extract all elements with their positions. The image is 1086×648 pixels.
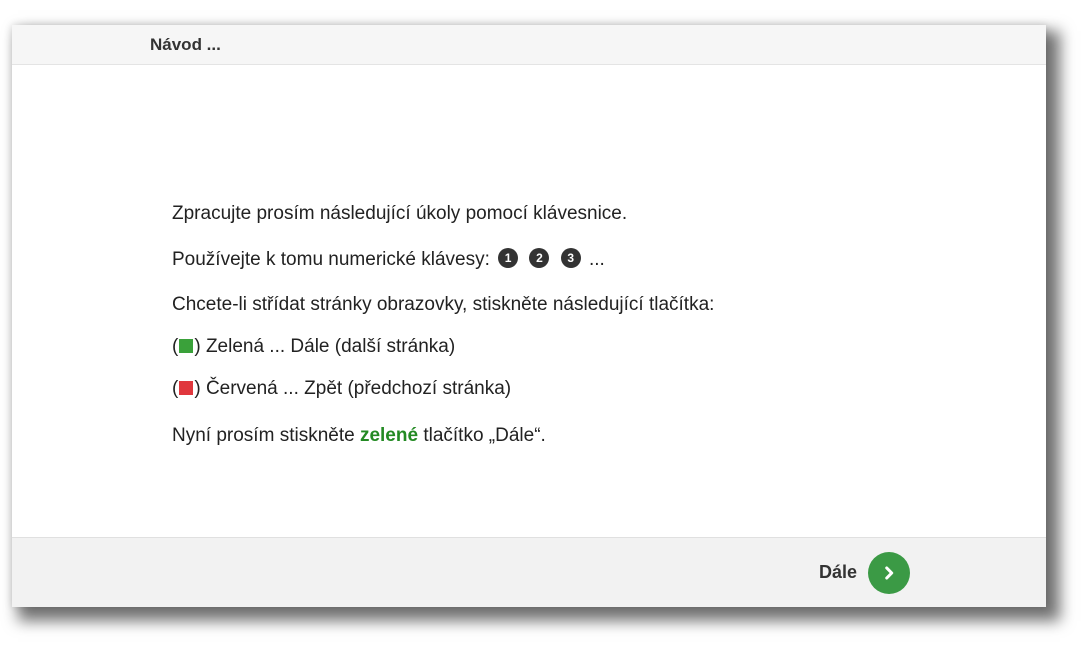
- paren-open: (: [172, 378, 179, 399]
- legend-item-green: () Zelená ... Dále (další stránka): [172, 336, 714, 358]
- numeric-keys-ellipsis: ...: [588, 249, 605, 270]
- instruction-final-line: Nyní prosím stiskněte zelené tlačítko „D…: [172, 425, 714, 447]
- numeric-key-3-icon: 3: [560, 247, 581, 268]
- next-button-circle[interactable]: [868, 551, 910, 594]
- final-highlight-green: zelené: [359, 425, 419, 446]
- red-square-icon: [179, 381, 194, 395]
- dialog-footer: Dále: [12, 537, 1046, 607]
- next-button[interactable]: Dále: [819, 551, 910, 594]
- instruction-page-switch-line: Chcete-li střídat stránky obrazovky, sti…: [172, 294, 715, 315]
- paren-close: ): [194, 336, 201, 357]
- numeric-key-1-icon: 1: [498, 247, 519, 268]
- instructions: Zpracujte prosím následující úkoly pomoc…: [172, 203, 714, 447]
- dialog-title: Návod ...: [150, 35, 221, 54]
- final-text-before: Nyní prosím stiskněte: [172, 425, 355, 446]
- instruction-keyboard-line: Zpracujte prosím následující úkoly pomoc…: [172, 203, 628, 224]
- legend-label-red: Červená ... Zpět (předchozí stránka): [205, 378, 512, 399]
- paren-open: (: [172, 336, 179, 357]
- dialog-body: Zpracujte prosím následující úkoly pomoc…: [12, 65, 1046, 537]
- green-square-icon: [179, 339, 194, 353]
- paren-close: ): [194, 378, 201, 399]
- numeric-key-2-icon: 2: [529, 247, 550, 268]
- numeric-keys-text: Používejte k tomu numerické klávesy:: [172, 249, 490, 270]
- chevron-right-icon[interactable]: [878, 562, 900, 584]
- dialog-header: Návod ...: [12, 25, 1046, 65]
- instruction-numeric-keys-line: Používejte k tomu numerické klávesy: 1 2…: [172, 247, 714, 271]
- next-button-label[interactable]: Dále: [819, 562, 857, 583]
- legend-label-green: Zelená ... Dále (další stránka): [205, 336, 456, 357]
- legend-item-red: () Červená ... Zpět (předchozí stránka): [172, 378, 714, 400]
- instruction-dialog: Návod ... Zpracujte prosím následující ú…: [12, 25, 1046, 607]
- final-text-after: tlačítko „Dále“.: [423, 425, 546, 446]
